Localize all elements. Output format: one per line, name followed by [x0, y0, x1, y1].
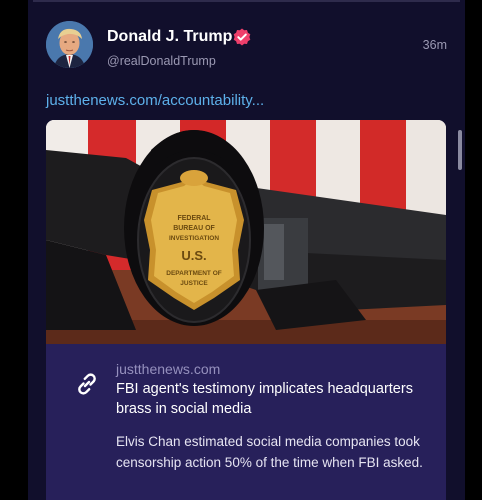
card-body: [46, 344, 446, 500]
verified-badge-icon: [233, 28, 251, 46]
card-image-fbi-badge[interactable]: FEDERAL BUREAU OF INVESTIGATION U.S. DEP…: [46, 120, 446, 344]
svg-text:FEDERAL: FEDERAL: [177, 215, 211, 222]
svg-text:INVESTIGATION: INVESTIGATION: [169, 235, 219, 242]
post-timestamp: 36m: [422, 38, 447, 52]
author-avatar[interactable]: [46, 21, 93, 68]
svg-text:U.S.: U.S.: [181, 248, 206, 263]
author-handle[interactable]: @realDonaldTrump: [107, 54, 216, 68]
post-link[interactable]: justthenews.com/accountability...: [46, 92, 264, 109]
link-preview-card[interactable]: FEDERAL BUREAU OF INVESTIGATION U.S. DEP…: [46, 120, 446, 500]
svg-text:DEPARTMENT OF: DEPARTMENT OF: [166, 270, 222, 277]
card-title[interactable]: FBI agent's testimony implicates headqua…: [116, 379, 426, 419]
author-name[interactable]: Donald J. Trump: [107, 28, 232, 46]
top-divider: [33, 0, 460, 2]
post-column: Donald J. Trump @realDonaldTrump 36m jus…: [28, 0, 465, 500]
scrollbar-thumb[interactable]: [458, 130, 462, 170]
svg-text:BUREAU OF: BUREAU OF: [173, 225, 215, 232]
svg-text:JUSTICE: JUSTICE: [180, 280, 208, 287]
link-icon: [78, 373, 96, 395]
card-domain: justthenews.com: [116, 361, 221, 377]
card-description: Elvis Chan estimated social media compan…: [116, 434, 423, 470]
